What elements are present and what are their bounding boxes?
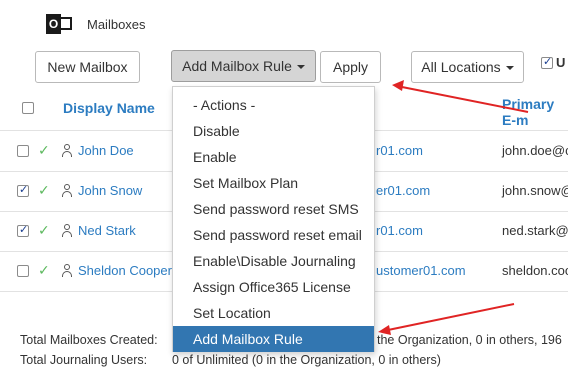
menu-item-add-mailbox-rule[interactable]: Add Mailbox Rule (173, 326, 374, 352)
customer-link[interactable]: r01.com (376, 223, 423, 238)
customer-link[interactable]: er01.com (376, 183, 430, 198)
row-checkbox[interactable] (17, 145, 29, 157)
menu-item-set-mailbox-plan[interactable]: Set Mailbox Plan (173, 170, 374, 196)
user-icon (61, 264, 73, 278)
add-mailbox-rule-label: Add Mailbox Rule (182, 58, 292, 74)
new-mailbox-button[interactable]: New Mailbox (35, 51, 140, 83)
user-icon (61, 224, 73, 238)
active-check-icon: ✓ (38, 142, 50, 158)
active-check-icon: ✓ (38, 262, 50, 278)
menu-item-send-reset-email[interactable]: Send password reset email (173, 222, 374, 248)
email-value: ned.stark@ (502, 223, 568, 238)
menu-item-send-reset-sms[interactable]: Send password reset SMS (173, 196, 374, 222)
active-check-icon: ✓ (38, 222, 50, 238)
page-title: Mailboxes (87, 16, 146, 32)
email-value: sheldon.coo (502, 263, 568, 278)
toolbar-checkbox[interactable] (541, 55, 553, 69)
email-value: john.snow@ (502, 183, 568, 198)
apply-button[interactable]: Apply (320, 51, 381, 83)
menu-item-enable[interactable]: Enable (173, 144, 374, 170)
locations-label: All Locations (421, 59, 501, 75)
menu-item-actions-header[interactable]: - Actions - (173, 92, 374, 118)
email-value: john.doe@c (502, 143, 568, 158)
row-checkbox[interactable] (17, 223, 29, 237)
arrow-to-menu-item (378, 303, 515, 335)
menu-item-disable[interactable]: Disable (173, 118, 374, 144)
column-display-name[interactable]: Display Name (63, 100, 155, 116)
total-journaling-label: Total Journaling Users: (20, 353, 148, 367)
menu-item-assign-o365-license[interactable]: Assign Office365 License (173, 274, 374, 300)
column-primary-email[interactable]: Primary E-m (502, 96, 568, 128)
add-mailbox-rule-dropdown[interactable]: Add Mailbox Rule (171, 50, 316, 82)
mailbox-name-link[interactable]: John Doe (78, 143, 134, 158)
active-check-icon: ✓ (38, 182, 50, 198)
menu-item-toggle-journaling[interactable]: Enable\Disable Journaling (173, 248, 374, 274)
outlook-icon: O (46, 11, 72, 37)
toolbar-checkbox-label: U (556, 55, 566, 70)
mailbox-name-link[interactable]: John Snow (78, 183, 142, 198)
customer-link[interactable]: ustomer01.com (376, 263, 466, 278)
caret-down-icon (505, 66, 514, 70)
user-icon (61, 144, 73, 158)
total-created-label: Total Mailboxes Created: (20, 333, 158, 347)
menu-item-set-location[interactable]: Set Location (173, 300, 374, 326)
row-checkbox[interactable] (17, 265, 29, 277)
caret-down-icon (296, 65, 305, 69)
total-created-value: the Organization, 0 in others, 196 (377, 333, 562, 347)
mailbox-rule-dropdown-menu: - Actions - Disable Enable Set Mailbox P… (172, 86, 375, 352)
mailbox-name-link[interactable]: Ned Stark (78, 223, 136, 238)
page-header: O Mailboxes (46, 10, 146, 38)
user-icon (61, 184, 73, 198)
total-journaling-value: 0 of Unlimited (0 in the Organization, 0… (172, 353, 441, 367)
locations-dropdown[interactable]: All Locations (411, 51, 524, 83)
row-checkbox[interactable] (17, 183, 29, 197)
select-all-checkbox[interactable] (22, 102, 34, 114)
customer-link[interactable]: r01.com (376, 143, 423, 158)
mailbox-name-link[interactable]: Sheldon Cooper (78, 263, 172, 278)
